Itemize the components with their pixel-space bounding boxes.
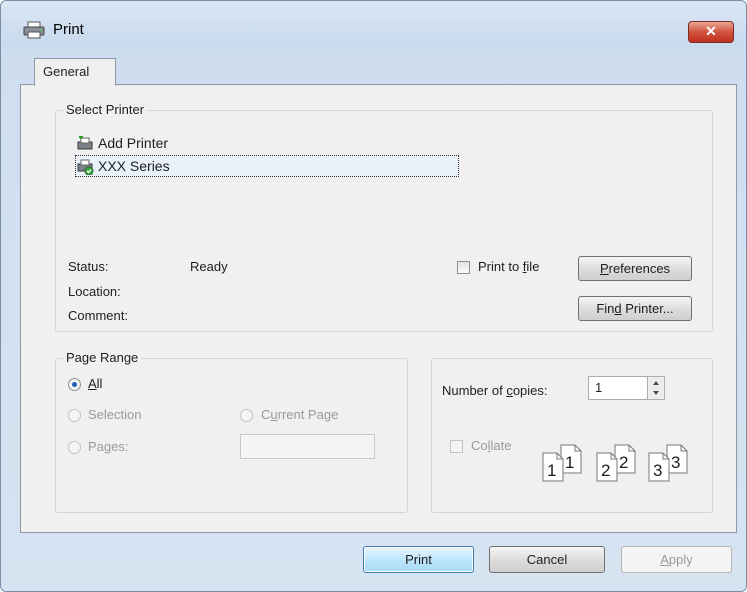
add-printer-label: Add Printer — [98, 135, 169, 151]
current-page-radio[interactable] — [240, 409, 253, 422]
copies-spinner[interactable] — [647, 377, 664, 399]
print-to-file-checkbox[interactable] — [457, 261, 470, 274]
collate-set-3-front: 3 — [653, 461, 663, 480]
collate-checkbox[interactable] — [450, 440, 463, 453]
current-page-radio-label: Current Page — [261, 407, 338, 422]
collate-set-1-back: 1 — [565, 453, 575, 472]
copies-label-pre: Number of — [442, 383, 507, 398]
close-button[interactable]: ✕ — [688, 21, 734, 43]
apply-button[interactable]: Apply — [621, 546, 732, 573]
pages-radio[interactable] — [68, 441, 81, 454]
copies-label-post: opies: — [512, 383, 548, 398]
current-page-post: rrent Page — [277, 407, 339, 422]
printer-icon — [23, 21, 45, 39]
close-icon: ✕ — [705, 23, 717, 39]
print-button[interactable]: Print — [363, 546, 474, 573]
preferences-button-label: references — [608, 261, 671, 276]
copies-input-value: 1 — [595, 380, 603, 395]
collate-label: Collate — [471, 438, 511, 453]
all-radio-post: ll — [96, 376, 103, 391]
tab-general-label: General — [43, 64, 90, 79]
current-page-key: u — [270, 407, 278, 422]
collate-set-2-back: 2 — [619, 453, 629, 472]
xxx-series-label: XXX Series — [98, 158, 170, 174]
print-button-label: Print — [405, 552, 432, 567]
print-to-file-label-post: ile — [526, 259, 540, 274]
collate-set-3-back: 3 — [671, 453, 681, 472]
apply-button-label: pply — [668, 552, 693, 567]
list-item-add-printer[interactable]: Add Printer — [76, 133, 168, 153]
title-bar[interactable]: Print ✕ — [1, 1, 746, 47]
collate-post: late — [490, 438, 512, 453]
all-radio[interactable] — [68, 378, 81, 391]
location-label: Location: — [68, 284, 121, 299]
copies-input[interactable]: 1 — [588, 376, 665, 400]
apply-button-key: A — [660, 552, 669, 567]
printer-list[interactable]: Add Printer XXX Series — [70, 132, 470, 232]
pages-input[interactable] — [240, 434, 375, 459]
collate-set-1-front: 1 — [547, 461, 557, 480]
preferences-button[interactable]: Preferences — [578, 256, 692, 281]
status-label: Status: — [68, 259, 109, 274]
all-radio-label[interactable]: All — [88, 376, 102, 391]
collate-pre: Co — [471, 438, 488, 453]
spinner-down-icon — [653, 391, 659, 395]
page-range-group-label: Page Range — [63, 350, 142, 365]
selection-radio-label: Selection — [88, 407, 142, 422]
cancel-button[interactable]: Cancel — [489, 546, 605, 573]
tab-general[interactable]: General — [34, 58, 116, 86]
collate-set-2-front: 2 — [601, 461, 611, 480]
status-value: Ready — [190, 259, 228, 274]
select-printer-group-label: Select Printer — [63, 102, 148, 117]
all-radio-key: A — [88, 376, 97, 391]
spinner-up-icon — [653, 381, 659, 385]
preferences-button-key: P — [599, 261, 609, 276]
printer-default-icon — [77, 159, 94, 176]
cancel-button-label: Cancel — [526, 552, 568, 567]
number-of-copies-label: Number of copies: — [442, 383, 548, 398]
add-printer-icon — [77, 136, 93, 150]
pages-pre: Pa — [88, 439, 104, 454]
comment-label: Comment: — [68, 308, 128, 323]
window-title: Print — [53, 21, 84, 38]
copies-group — [431, 358, 713, 513]
pages-radio-label: Pages: — [88, 439, 128, 454]
find-printer-button-post: Printer... — [621, 301, 674, 316]
find-printer-button-pre: Fin — [596, 301, 615, 316]
print-to-file-label-pre: Print to — [478, 259, 523, 274]
list-item-xxx-series[interactable]: XXX Series — [75, 155, 459, 177]
find-printer-button-key: d — [614, 301, 622, 316]
current-page-pre: C — [261, 407, 271, 422]
find-printer-button[interactable]: Find Printer... — [578, 296, 692, 321]
print-to-file-label[interactable]: Print to file — [478, 259, 539, 274]
pages-post: es: — [111, 439, 129, 454]
selection-radio[interactable] — [68, 409, 81, 422]
